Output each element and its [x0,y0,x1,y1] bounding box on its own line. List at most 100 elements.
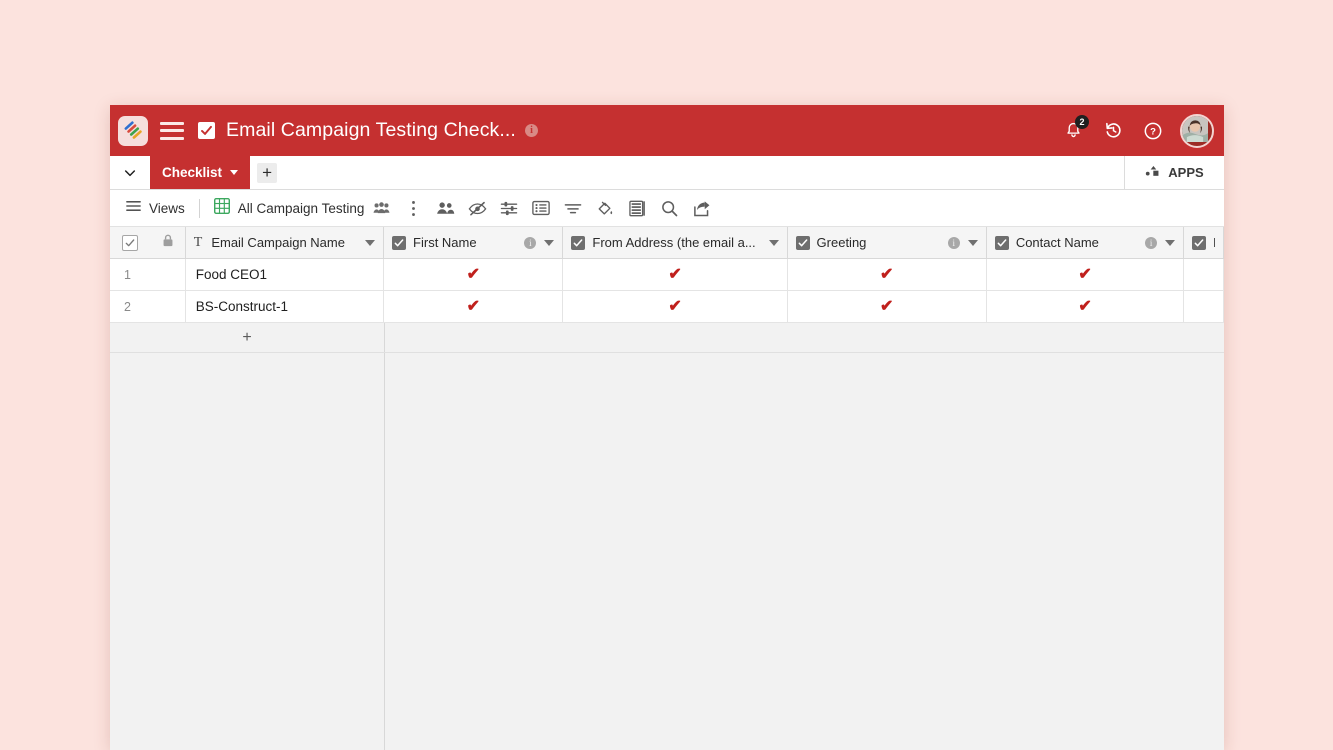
more-vertical-icon[interactable] [398,194,428,222]
row-number: 1 [110,259,186,290]
cell-contact-name[interactable]: ✔ [987,259,1185,290]
page-title: Email Campaign Testing Check... [226,119,516,141]
row-height-icon[interactable] [526,194,556,222]
chevron-down-icon[interactable] [768,239,779,246]
hamburger-line [160,136,184,140]
cell-email-campaign-name[interactable]: Food CEO1 [186,259,385,290]
views-button[interactable]: Views [126,199,185,217]
eye-off-icon[interactable] [462,194,492,222]
checkmark-icon: ✔ [880,297,894,315]
data-grid: T Email Campaign Name First Name i From … [110,227,1224,750]
column-info-icon[interactable]: i [947,236,960,249]
column-header-label: First Name [413,235,477,250]
grid-green-icon [213,197,230,219]
column-header-label: Greeting [816,235,867,250]
cell-partial[interactable] [1184,291,1224,322]
column-header-greeting[interactable]: Greeting i [787,227,987,258]
tab-bar-filler [284,156,1125,189]
sheet-info-icon[interactable]: i [524,124,538,137]
share-export-icon[interactable] [686,194,716,222]
chevron-down-icon[interactable] [365,239,376,246]
cell-contact-name[interactable]: ✔ [987,291,1185,322]
cell-email-campaign-name[interactable]: BS-Construct-1 [186,291,385,322]
views-label: Views [149,200,185,216]
notification-badge: 2 [1075,114,1089,129]
user-avatar[interactable] [1180,113,1214,148]
checkmark-icon: ✔ [668,265,682,283]
text-T-icon: T [193,234,203,250]
apps-label: APPS [1168,165,1204,180]
current-view-label: All Campaign Testing [237,200,365,216]
cell-greeting[interactable]: ✔ [788,291,987,322]
checkbox-checked-icon [198,122,215,139]
table-row[interactable]: 1 Food CEO1 ✔ ✔ ✔ ✔ [110,259,1224,291]
checkmark-icon: ✔ [880,265,894,283]
column-header-contact-name[interactable]: Contact Name i [986,227,1185,258]
checkbox-checked-icon [795,235,810,250]
column-header-partial[interactable]: F [1184,227,1224,258]
column-header-email-campaign-name[interactable]: T Email Campaign Name [185,227,385,258]
app-header: Email Campaign Testing Check... i 2 ? [110,105,1224,156]
current-view-button[interactable]: All Campaign Testing [213,197,365,219]
grid-header-row: T Email Campaign Name First Name i From … [110,227,1224,259]
add-row-bar: + [110,323,1224,353]
checkbox-checked-icon [571,235,586,250]
checkmark-icon: ✔ [668,297,682,315]
column-header-label: F [1213,235,1215,250]
column-header-label: Contact Name [1015,235,1099,250]
select-all-checkbox[interactable] [122,234,138,251]
search-icon[interactable] [654,194,684,222]
tab-checklist[interactable]: Checklist [150,156,251,189]
add-row-filler [385,323,1224,352]
checkmark-icon: ✔ [466,297,480,315]
tab-label: Checklist [162,165,223,180]
chevron-down-icon[interactable] [544,239,555,246]
cell-partial[interactable] [1184,259,1224,290]
hamburger-lines-icon [126,199,141,217]
checkbox-checked-icon [392,235,407,250]
plus-icon: + [257,162,278,183]
checkbox-checked-icon [1192,235,1207,250]
fill-color-icon[interactable] [590,194,620,222]
bell-icon[interactable]: 2 [1058,114,1089,146]
hamburger-line [160,121,184,125]
cell-greeting[interactable]: ✔ [788,259,987,290]
checkbox-checked-icon [994,235,1009,250]
cell-from-address[interactable]: ✔ [563,291,788,322]
smartsheet-logo[interactable] [118,115,148,146]
table-row[interactable]: 2 BS-Construct-1 ✔ ✔ ✔ ✔ [110,291,1224,323]
add-tab-button[interactable]: + [250,156,284,189]
frozen-empty-area [110,353,385,750]
chevron-down-icon[interactable] [1165,239,1176,246]
scroll-empty-area [385,353,1224,750]
column-header-label: From Address (the email a... [592,235,756,250]
shared-users-icon[interactable] [366,194,396,222]
grid-empty-area [110,353,1224,750]
checkmark-icon: ✔ [1078,265,1092,283]
column-header-from-address[interactable]: From Address (the email a... [563,227,788,258]
filter-icon[interactable] [558,194,588,222]
history-undo-icon[interactable] [1098,116,1128,146]
apps-button[interactable]: APPS [1125,156,1224,189]
svg-text:?: ? [1150,126,1156,137]
help-question-icon[interactable]: ? [1138,116,1168,146]
people-icon[interactable] [430,194,460,222]
column-header-first-name[interactable]: First Name i [384,227,564,258]
column-info-icon[interactable]: i [1145,236,1158,249]
settings-sliders-icon[interactable] [494,194,524,222]
cell-first-name[interactable]: ✔ [384,259,564,290]
add-row-button[interactable]: + [110,323,385,352]
toolbar-divider [198,198,200,218]
cell-first-name[interactable]: ✔ [384,291,564,322]
hamburger-menu[interactable] [160,121,184,140]
grid-toolbar: Views All Campaign Testing [110,190,1224,227]
cell-from-address[interactable]: ✔ [563,259,788,290]
column-header-label: Email Campaign Name [211,235,345,250]
column-info-icon[interactable]: i [524,236,537,249]
hamburger-line [160,129,184,132]
row-tools-header [110,227,186,258]
chevron-down-icon [230,170,239,175]
group-rows-icon[interactable] [622,194,652,222]
chevron-down-icon[interactable] [967,239,978,246]
chevron-down-icon[interactable] [110,156,150,189]
